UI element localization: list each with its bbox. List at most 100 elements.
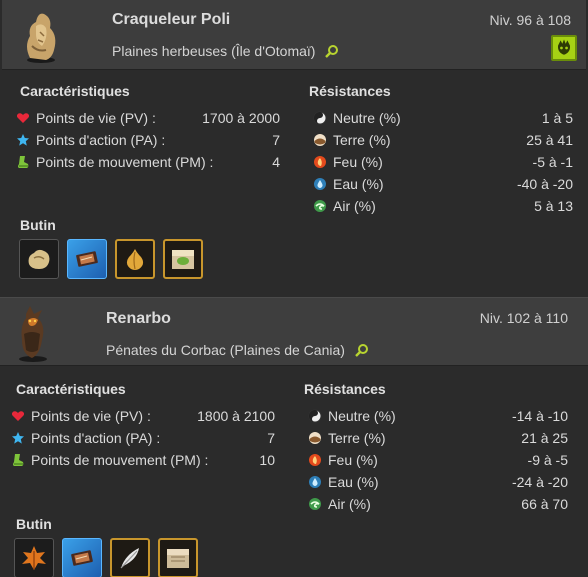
loot-slot[interactable] — [62, 538, 102, 577]
loot-slot[interactable] — [67, 239, 107, 279]
resistance-label: Terre (%) — [333, 132, 391, 148]
stat-row-pv: Points de vie (PV) : 1700 à 2000 — [16, 108, 280, 128]
heart-icon — [16, 113, 30, 123]
monster-level: Niv. 102 à 110 — [479, 310, 568, 326]
resistance-row-neutral: Neutre (%) 1 à 5 — [313, 108, 573, 128]
resistance-row-fire: Feu (%) -9 à -5 — [308, 450, 568, 470]
loot-slot[interactable] — [115, 239, 155, 279]
characteristics-title: Caractéristiques — [20, 83, 130, 99]
monster-card-craqueleur: Craqueleur Poli Niv. 96 à 108 Plaines he… — [0, 0, 588, 296]
monster-location: Pénates du Corbac (Plaines de Cania) — [106, 342, 369, 358]
loot-slot[interactable] — [110, 538, 150, 577]
crate-loot-icon — [167, 549, 189, 568]
resistance-label: Neutre (%) — [328, 408, 396, 424]
stat-label: Points de mouvement (PM) : — [31, 452, 209, 468]
stat-row-pm: Points de mouvement (PM) : 10 — [11, 450, 275, 470]
monster-header: Craqueleur Poli Niv. 96 à 108 Plaines he… — [2, 0, 586, 70]
resistance-label: Neutre (%) — [333, 110, 401, 126]
stat-label: Points de vie (PV) : — [36, 110, 156, 126]
resistance-row-fire: Feu (%) -5 à -1 — [313, 152, 573, 172]
loot-title: Butin — [20, 217, 56, 233]
characteristics-title: Caractéristiques — [16, 381, 126, 397]
resistance-row-air: Air (%) 66 à 70 — [308, 494, 568, 514]
aggressive-monster-badge-icon — [551, 35, 577, 61]
loot-slot[interactable] — [163, 239, 203, 279]
resistance-label: Air (%) — [328, 496, 371, 512]
resistance-row-earth: Terre (%) 21 à 25 — [308, 428, 568, 448]
boot-icon — [18, 156, 29, 168]
loot-list — [14, 538, 198, 577]
stat-row-pv: Points de vie (PV) : 1800 à 2100 — [11, 406, 275, 426]
resistance-label: Eau (%) — [328, 474, 379, 490]
resistance-label: Air (%) — [333, 198, 376, 214]
card-loot-icon — [76, 251, 98, 267]
monster-name: Craqueleur Poli — [112, 11, 231, 28]
search-icon[interactable] — [325, 44, 339, 58]
stat-value: 10 — [259, 452, 275, 468]
loot-slot[interactable] — [14, 538, 54, 577]
renarbo-portrait-icon — [19, 306, 47, 362]
stat-value: 4 — [272, 154, 280, 170]
stat-row-pa: Points d'action (PA) : 7 — [11, 428, 275, 448]
monster-card-renarbo: Renarbo Niv. 102 à 110 Pénates du Corbac… — [0, 297, 588, 577]
resistance-value: 25 à 41 — [526, 132, 573, 148]
stat-value: 1700 à 2000 — [202, 110, 280, 126]
stat-value: 7 — [272, 132, 280, 148]
stat-row-pa: Points d'action (PA) : 7 — [16, 130, 280, 150]
resistance-value: 21 à 25 — [521, 430, 568, 446]
monster-header: Renarbo Niv. 102 à 110 Pénates du Corbac… — [0, 298, 588, 366]
resistance-label: Eau (%) — [333, 176, 384, 192]
feather-loot-icon — [120, 548, 139, 569]
loot-list — [19, 239, 203, 279]
resistance-row-earth: Terre (%) 25 à 41 — [313, 130, 573, 150]
resistance-row-water: Eau (%) -40 à -20 — [313, 174, 573, 194]
resistances-title: Résistances — [304, 381, 386, 397]
resistance-row-neutral: Neutre (%) -14 à -10 — [308, 406, 568, 426]
resistance-value: -40 à -20 — [516, 176, 573, 192]
monster-name: Renarbo — [106, 310, 171, 327]
neutral-icon — [308, 409, 322, 423]
search-icon[interactable] — [355, 343, 369, 357]
resistance-value: -24 à -20 — [511, 474, 568, 490]
earth-icon — [309, 432, 321, 444]
air-icon — [309, 498, 321, 510]
leaf-loot-icon — [22, 546, 46, 570]
monster-location: Plaines herbeuses (Île d'Otomaï) — [112, 43, 339, 59]
stat-row-pm: Points de mouvement (PM) : 4 — [16, 152, 280, 172]
resistance-value: -14 à -10 — [511, 408, 568, 424]
resistance-value: -9 à -5 — [527, 452, 568, 468]
stat-value: 1800 à 2100 — [197, 408, 275, 424]
water-icon — [314, 178, 326, 190]
monster-level: Niv. 96 à 108 — [489, 12, 571, 28]
fire-icon — [309, 454, 321, 466]
loot-slot[interactable] — [19, 239, 59, 279]
stat-value: 7 — [267, 430, 275, 446]
location-label: Plaines herbeuses (Île d'Otomaï) — [112, 43, 316, 59]
card-loot-icon — [71, 550, 93, 566]
stat-label: Points d'action (PA) : — [31, 430, 161, 446]
fire-icon — [314, 156, 326, 168]
resistances-title: Résistances — [309, 83, 391, 99]
resistance-value: 66 à 70 — [521, 496, 568, 512]
water-icon — [309, 476, 321, 488]
chest-loot-icon — [172, 250, 194, 269]
resistance-label: Feu (%) — [333, 154, 383, 170]
loot-title: Butin — [16, 516, 52, 532]
stat-label: Points de vie (PV) : — [31, 408, 151, 424]
resistance-value: -5 à -1 — [532, 154, 573, 170]
craqueleur-portrait-icon — [27, 13, 56, 63]
star-icon — [12, 432, 24, 444]
resistance-row-water: Eau (%) -24 à -20 — [308, 472, 568, 492]
stat-label: Points de mouvement (PM) : — [36, 154, 214, 170]
resistance-value: 5 à 13 — [534, 198, 573, 214]
resistance-value: 1 à 5 — [541, 110, 573, 126]
stat-label: Points d'action (PA) : — [36, 132, 166, 148]
onion-loot-icon — [126, 249, 144, 270]
star-icon — [17, 134, 29, 146]
loot-slot[interactable] — [158, 538, 198, 577]
earth-icon — [314, 134, 326, 146]
resistance-row-air: Air (%) 5 à 13 — [313, 196, 573, 216]
neutral-icon — [313, 111, 327, 125]
rock-loot-icon — [28, 249, 50, 269]
resistance-label: Feu (%) — [328, 452, 378, 468]
